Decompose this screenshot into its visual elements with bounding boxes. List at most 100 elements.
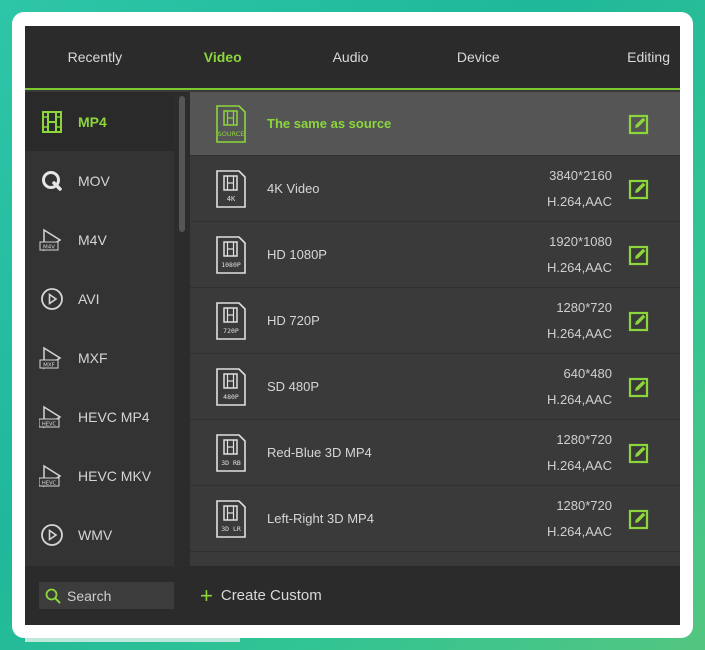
sidebar-item-hevc-mkv[interactable]: HEVC HEVC MKV — [25, 446, 174, 505]
format-row-left-right-3d[interactable]: 3D LR Left-Right 3D MP4 1280*720 H.264,A… — [190, 486, 680, 552]
format-resolution: 3840*2160 — [549, 167, 612, 183]
svg-text:HEVC: HEVC — [42, 421, 57, 427]
format-codec: H.264,AAC — [546, 325, 612, 341]
search-icon — [45, 588, 61, 603]
sidebar-item-hevc-mp4[interactable]: HEVC HEVC MP4 — [25, 387, 174, 446]
format-spec: 1920*1080 H.264,AAC — [547, 229, 612, 281]
format-spec: 3840*2160 H.264,AAC — [547, 163, 612, 215]
tab-device[interactable]: Device — [414, 26, 542, 88]
format-list: SOURCE The same as source 4K 4K Video 38… — [190, 92, 680, 566]
mxf-play-icon: MXF — [38, 344, 66, 372]
tab-audio[interactable]: Audio — [287, 26, 415, 88]
sidebar-item-label: WMV — [78, 526, 113, 543]
sidebar-item-m4v[interactable]: M4V M4V — [25, 210, 174, 269]
format-resolution: 640*480 — [563, 365, 612, 381]
sidebar-item-label: HEVC MKV — [78, 467, 152, 484]
hevc-play-icon: HEVC — [38, 403, 66, 431]
svg-text:M4V: M4V — [43, 244, 55, 250]
sidebar-scrollbar[interactable] — [174, 92, 190, 566]
badge-label: 3D LR — [221, 525, 241, 533]
source-file-icon: SOURCE — [216, 104, 246, 143]
format-codec: H.264,AAC — [546, 523, 612, 539]
search-input[interactable] — [67, 587, 167, 604]
badge-label: SOURCE — [218, 130, 245, 138]
format-resolution: 1920*1080 — [549, 233, 612, 249]
format-spec: 1280*720 H.264,AAC — [547, 427, 612, 479]
plus-icon: + — [200, 582, 213, 608]
sidebar-item-wmv[interactable]: WMV — [25, 505, 174, 564]
badge-label: 3D RB — [221, 459, 241, 467]
decorative-strip — [25, 638, 240, 642]
edit-icon[interactable] — [628, 244, 650, 266]
format-resolution: 1280*720 — [556, 497, 612, 513]
sidebar-item-avi[interactable]: AVI — [25, 269, 174, 328]
svg-text:MXF: MXF — [43, 362, 55, 368]
badge-label: 4K — [227, 195, 236, 203]
film-icon — [38, 108, 66, 136]
format-row-hd-1080p[interactable]: 1080P HD 1080P 1920*1080 H.264,AAC — [190, 222, 680, 288]
badge-label: 480P — [223, 393, 239, 401]
tab-recently[interactable]: Recently — [25, 26, 159, 88]
tab-video[interactable]: Video — [159, 26, 287, 88]
play-circle-icon — [38, 285, 66, 313]
format-name: Red-Blue 3D MP4 — [267, 445, 372, 460]
format-row-red-blue-3d[interactable]: 3D RB Red-Blue 3D MP4 1280*720 H.264,AAC — [190, 420, 680, 486]
format-name: 4K Video — [267, 181, 320, 196]
format-name: The same as source — [267, 116, 392, 131]
1080p-file-icon: 1080P — [216, 235, 246, 274]
sidebar-item-label: MOV — [78, 172, 110, 189]
edit-icon[interactable] — [628, 310, 650, 332]
format-resolution: 1280*720 — [556, 431, 612, 447]
4k-file-icon: 4K — [216, 169, 246, 208]
format-row-sd-480p[interactable]: 480P SD 480P 640*480 H.264,AAC — [190, 354, 680, 420]
720p-file-icon: 720P — [216, 301, 246, 340]
quicktime-icon — [38, 167, 66, 195]
format-spec: 1280*720 H.264,AAC — [547, 295, 612, 347]
edit-icon[interactable] — [628, 113, 650, 135]
sidebar-item-mxf[interactable]: MXF MXF — [25, 328, 174, 387]
format-row-same-as-source[interactable]: SOURCE The same as source — [190, 92, 680, 156]
format-name: HD 720P — [267, 313, 320, 328]
edit-icon[interactable] — [628, 376, 650, 398]
category-tabs: Recently Video Audio Device Editing — [25, 26, 680, 90]
tab-editing[interactable]: Editing — [542, 26, 680, 88]
scroll-thumb[interactable] — [179, 96, 185, 232]
search-box[interactable] — [39, 582, 174, 609]
format-name: Left-Right 3D MP4 — [267, 511, 374, 526]
hevc-play-icon: HEVC — [38, 462, 66, 490]
format-codec: H.264,AAC — [546, 193, 612, 209]
format-spec: 1280*720 H.264,AAC — [547, 493, 612, 545]
edit-icon[interactable] — [628, 508, 650, 530]
format-sidebar: MP4 MOV M4V M4V AVI MXF MXF HEVC HEVC MP… — [25, 92, 174, 566]
create-custom-label: Create Custom — [220, 587, 322, 604]
create-custom-button[interactable]: + Create Custom — [200, 582, 322, 608]
format-name: SD 480P — [267, 379, 320, 394]
format-codec: H.264,AAC — [546, 391, 612, 407]
svg-text:HEVC: HEVC — [42, 480, 57, 486]
sidebar-item-label: HEVC MP4 — [78, 408, 150, 425]
sidebar-item-label: MP4 — [78, 113, 107, 130]
format-codec: H.264,AAC — [546, 457, 612, 473]
play-circle-icon — [38, 521, 66, 549]
format-picker: Recently Video Audio Device Editing MP4 … — [25, 26, 680, 625]
format-name: HD 1080P — [267, 247, 327, 262]
m4v-play-icon: M4V — [38, 226, 66, 254]
3d-rb-file-icon: 3D RB — [216, 433, 246, 472]
sidebar-item-label: AVI — [78, 290, 100, 307]
sidebar-item-label: MXF — [78, 349, 108, 366]
edit-icon[interactable] — [628, 178, 650, 200]
sidebar-item-mp4[interactable]: MP4 — [25, 92, 174, 151]
format-row-4k-video[interactable]: 4K 4K Video 3840*2160 H.264,AAC — [190, 156, 680, 222]
480p-file-icon: 480P — [216, 367, 246, 406]
format-spec: 640*480 H.264,AAC — [547, 361, 612, 413]
badge-label: 720P — [223, 327, 239, 335]
bottom-bar: + Create Custom — [25, 566, 680, 625]
sidebar-item-label: M4V — [78, 231, 107, 248]
format-row-hd-720p[interactable]: 720P HD 720P 1280*720 H.264,AAC — [190, 288, 680, 354]
badge-label: 1080P — [221, 261, 241, 269]
format-resolution: 1280*720 — [556, 299, 612, 315]
3d-lr-file-icon: 3D LR — [216, 499, 246, 538]
format-codec: H.264,AAC — [546, 259, 612, 275]
edit-icon[interactable] — [628, 442, 650, 464]
sidebar-item-mov[interactable]: MOV — [25, 151, 174, 210]
